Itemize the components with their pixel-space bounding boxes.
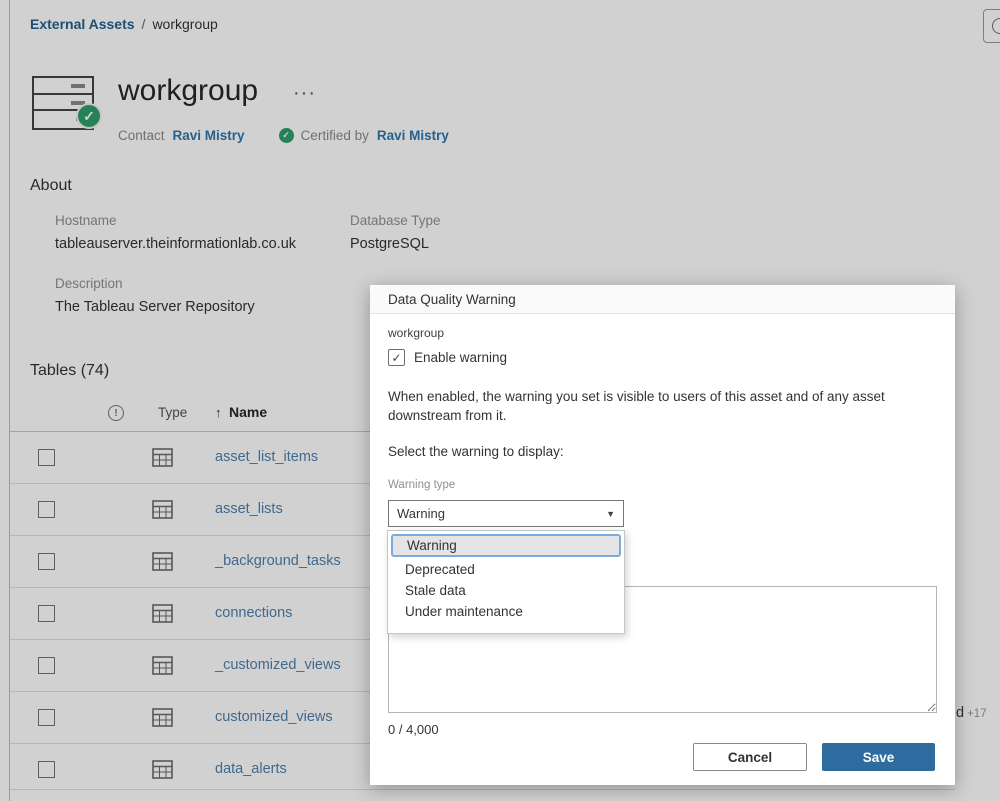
option-under-maintenance[interactable]: Under maintenance	[388, 601, 624, 622]
external-assets-page: External Assets/workgroup ✓ workgroup ··…	[0, 0, 1000, 801]
enable-warning-checkbox[interactable]: ✓	[388, 349, 405, 366]
dialog-description: When enabled, the warning you set is vis…	[388, 387, 944, 425]
warning-type-selected-value: Warning	[397, 506, 445, 521]
enable-warning-row: ✓ Enable warning	[388, 349, 507, 366]
option-warning[interactable]: Warning	[391, 534, 621, 557]
select-warning-prompt: Select the warning to display:	[388, 444, 564, 459]
enable-warning-label: Enable warning	[414, 350, 507, 365]
cancel-button[interactable]: Cancel	[693, 743, 807, 771]
save-button[interactable]: Save	[822, 743, 935, 771]
warning-type-label: Warning type	[388, 479, 455, 491]
dialog-asset-name: workgroup	[388, 326, 444, 340]
dialog-title: Data Quality Warning	[370, 285, 955, 314]
option-stale-data[interactable]: Stale data	[388, 580, 624, 601]
warning-type-options-list: Warning Deprecated Stale data Under main…	[387, 530, 625, 634]
chevron-down-icon: ▼	[606, 509, 615, 519]
character-counter: 0 / 4,000	[388, 722, 439, 737]
data-quality-warning-dialog: Data Quality Warning workgroup ✓ Enable …	[370, 285, 955, 785]
warning-type-select[interactable]: Warning ▼	[388, 500, 624, 527]
option-deprecated[interactable]: Deprecated	[388, 559, 624, 580]
